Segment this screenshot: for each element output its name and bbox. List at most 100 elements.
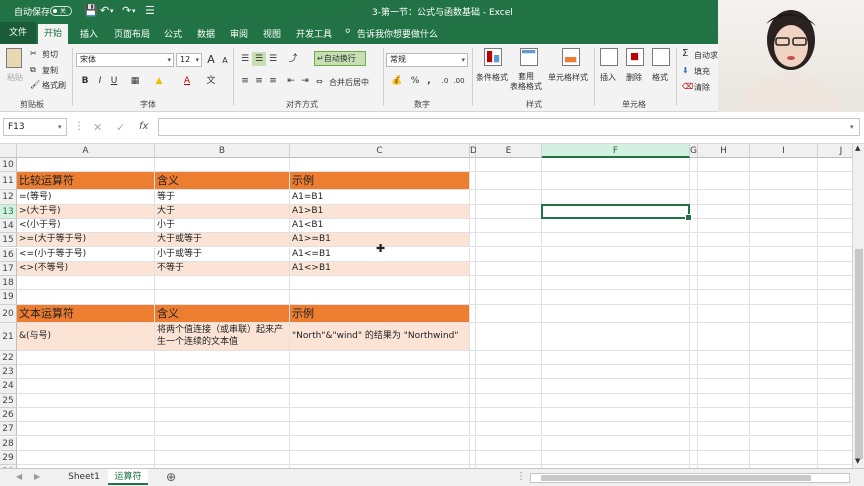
formula-input[interactable] <box>158 118 860 136</box>
grid-cell[interactable] <box>690 322 698 351</box>
grid-cell[interactable] <box>698 436 750 451</box>
insert-cells-button[interactable]: 插入 <box>600 72 616 83</box>
grid-cell[interactable] <box>750 218 818 234</box>
customize-qat-icon[interactable]: ☰ <box>145 4 155 17</box>
row-header-25[interactable]: 25 <box>0 393 17 408</box>
row-header-17[interactable]: 17 <box>0 261 17 277</box>
grid-cell[interactable] <box>155 276 290 291</box>
grow-font-icon[interactable]: A <box>204 53 218 67</box>
delete-cells-icon[interactable] <box>626 48 644 66</box>
table2-cell[interactable]: 将两个值连接（或串联）起来产生一个连续的文本值 <box>155 322 290 351</box>
row-header-23[interactable]: 23 <box>0 365 17 380</box>
row-header-12[interactable]: 12 <box>0 190 17 205</box>
cell-styles-icon[interactable] <box>562 48 580 66</box>
increase-indent-icon[interactable]: ⇥ <box>298 74 312 88</box>
grid-cell[interactable] <box>155 379 290 394</box>
grid-cell[interactable] <box>690 158 698 173</box>
grid-cell[interactable] <box>290 450 470 466</box>
grid-cell[interactable] <box>476 365 542 380</box>
grid-cell[interactable] <box>542 422 690 437</box>
tab-home[interactable]: 开始 <box>38 24 68 44</box>
grid-cell[interactable] <box>818 351 852 365</box>
conditional-formatting-button[interactable]: 条件格式 <box>476 72 508 83</box>
grid-cell[interactable] <box>818 305 852 323</box>
shrink-font-icon[interactable]: A <box>218 54 232 68</box>
column-header-j[interactable]: J <box>818 144 852 158</box>
grid-cell[interactable] <box>818 190 852 205</box>
row-header-19[interactable]: 19 <box>0 290 17 305</box>
grid-cell[interactable] <box>750 379 818 394</box>
table1-cell[interactable]: 等于 <box>155 190 290 205</box>
column-header-a[interactable]: A <box>17 144 155 158</box>
table1-cell[interactable]: 小于或等于 <box>155 247 290 262</box>
grid-cell[interactable] <box>155 158 290 173</box>
cell-styles-button[interactable]: 单元格样式 <box>548 72 588 83</box>
table1-header-cell[interactable]: 含义 <box>155 172 290 191</box>
enter-icon[interactable]: ✓ <box>116 121 125 134</box>
column-header-e[interactable]: E <box>476 144 542 158</box>
grid-cell[interactable] <box>542 276 690 291</box>
fill-icon[interactable]: ⬇ <box>682 66 689 75</box>
grid-cell[interactable] <box>690 247 698 262</box>
grid-cell[interactable] <box>155 365 290 380</box>
percent-button[interactable]: % <box>408 74 422 88</box>
accounting-icon[interactable]: 💰 <box>390 74 404 88</box>
grid-cell[interactable] <box>476 393 542 408</box>
grid-cell[interactable] <box>750 290 818 305</box>
grid-cell[interactable] <box>750 304 818 323</box>
grid-cell[interactable] <box>818 205 852 219</box>
grid-cell[interactable] <box>818 422 852 437</box>
grid-cell[interactable] <box>690 190 698 205</box>
grid-cell[interactable] <box>698 322 750 351</box>
tab-split-grip-icon[interactable]: ⋮ <box>516 471 526 482</box>
next-sheet-icon[interactable]: ▶ <box>34 472 40 481</box>
phonetic-icon[interactable]: 文 <box>204 74 218 88</box>
column-header-b[interactable]: B <box>155 144 290 158</box>
grid-cell[interactable] <box>698 158 750 173</box>
grid-cell[interactable] <box>698 233 750 248</box>
redo-icon[interactable]: ↷ <box>122 4 131 17</box>
grid-cell[interactable] <box>698 365 750 380</box>
grid-cell[interactable] <box>542 218 690 234</box>
grid-cell[interactable] <box>750 233 818 248</box>
grid-cell[interactable] <box>542 450 690 466</box>
grid-cell[interactable] <box>290 276 470 291</box>
table1-cell[interactable]: >(大于号) <box>17 204 155 219</box>
grid-cell[interactable] <box>476 218 542 234</box>
row-header-26[interactable]: 26 <box>0 407 17 423</box>
grid-cell[interactable] <box>290 158 470 173</box>
grid-cell[interactable] <box>690 436 698 451</box>
table1-cell[interactable]: >=(大于等于号) <box>17 233 155 248</box>
tab-page-layout[interactable]: 页面布局 <box>114 27 150 40</box>
grid-cell[interactable] <box>476 450 542 466</box>
column-header-g[interactable]: G <box>690 144 698 158</box>
vertical-scroll-thumb[interactable] <box>855 249 863 459</box>
row-header-29[interactable]: 29 <box>0 450 17 466</box>
grid-cell[interactable] <box>542 436 690 451</box>
grid-cell[interactable] <box>818 158 852 173</box>
grid-cell[interactable] <box>290 365 470 380</box>
format-cells-button[interactable]: 格式 <box>652 72 668 83</box>
grid-cell[interactable] <box>698 422 750 437</box>
horizontal-scroll-thumb[interactable] <box>541 475 811 481</box>
grid-cell[interactable] <box>698 190 750 205</box>
grid-cell[interactable] <box>290 422 470 437</box>
grid-cell[interactable] <box>698 276 750 291</box>
grid-cell[interactable] <box>690 290 698 305</box>
grid-cell[interactable] <box>690 276 698 291</box>
grid-cell[interactable] <box>690 365 698 380</box>
grid-cell[interactable] <box>290 290 470 305</box>
grid-cell[interactable] <box>750 204 818 219</box>
grid-cell[interactable] <box>690 233 698 248</box>
grid-cell[interactable] <box>476 276 542 291</box>
grid-cell[interactable] <box>750 276 818 291</box>
tab-view[interactable]: 视图 <box>263 27 281 40</box>
grid-cell[interactable] <box>690 450 698 466</box>
grid-cell[interactable] <box>818 276 852 291</box>
insert-function-icon[interactable]: fx <box>139 121 148 132</box>
grid-cell[interactable] <box>542 190 690 205</box>
align-left-icon[interactable]: ≡ <box>238 74 252 88</box>
grid-cell[interactable] <box>155 422 290 437</box>
autosum-icon[interactable]: Σ <box>682 48 688 59</box>
table1-cell[interactable]: <=(小于等于号) <box>17 247 155 262</box>
